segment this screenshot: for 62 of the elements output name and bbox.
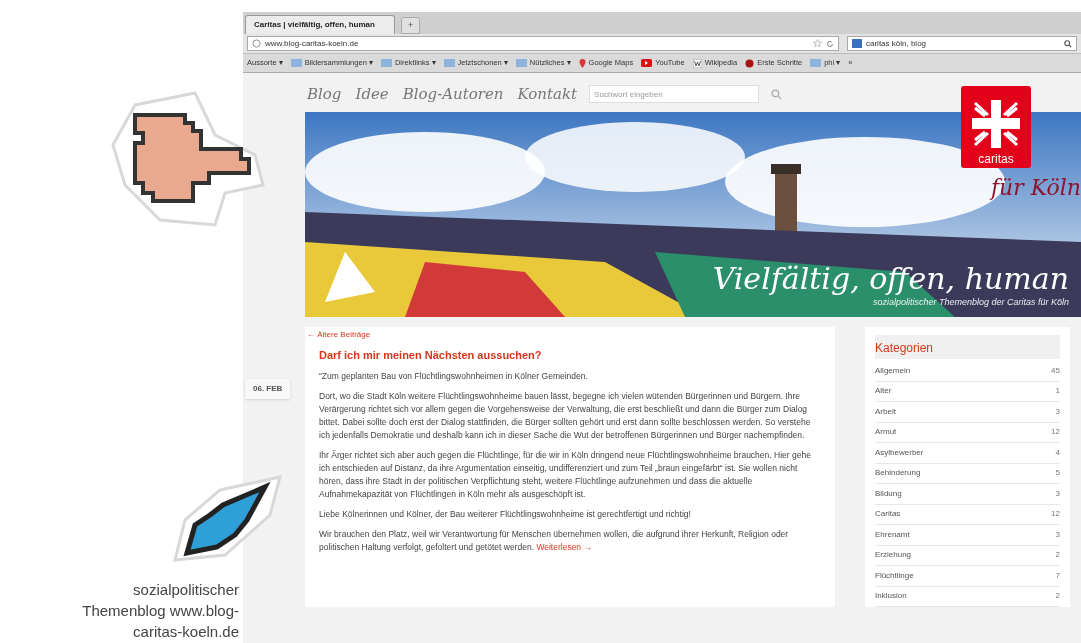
category-link[interactable]: Asylbewerber <box>875 446 924 459</box>
w-letter-icon <box>692 58 702 68</box>
category-count: 5 <box>1055 467 1060 480</box>
post-paragraph: Dort, wo die Stadt Köln weitere Flüchtlingswohnheime bauen lässt, begegne ich vielen wütenden Bürgerinnen und Bürgern. Ihre Verärgerung richtet sich vor allem gegen die Vorgehensweise der Verwaltung, die erst beschließt und dann die Bürger zum Dialog bittet. Dabei sollte doch erst der Dialog stattfinden, die Bürger sollten gehört und erst dann sollte beschlossen werden. So verstehe ich jedenfalls Demokratie und deshalb kann ich in dieser Sache die Wut der betroffenen Bürgerinnen und Bürger nachempfinden. <box>319 389 812 442</box>
nav-link[interactable]: Blog-Autoren <box>402 82 504 106</box>
category-count: 7 <box>1055 569 1060 582</box>
category-count: 2 <box>1055 590 1060 603</box>
category-link[interactable]: Arbeit <box>875 405 896 418</box>
browser-tab[interactable]: Caritas | vielfältig, offen, human <box>245 15 395 34</box>
folder-icon <box>810 59 822 67</box>
category-link[interactable]: Flüchtlinge <box>875 569 914 582</box>
post-title[interactable]: Darf ich mir meinen Nächsten aussuchen? <box>319 347 821 364</box>
banner-subtitle: sozialpolitischer Themenblog der Caritas für Köln <box>872 295 1069 309</box>
category-count: 2 <box>1055 549 1060 562</box>
url-field[interactable]: www.blog-caritas-koeln.de <box>247 36 839 51</box>
search-field[interactable]: caritas köln, blog <box>847 36 1077 51</box>
category-link[interactable]: Erziehung <box>875 549 912 562</box>
url-text: www.blog-caritas-koeln.de <box>265 37 359 50</box>
pin-icon <box>578 58 586 68</box>
star-icon[interactable] <box>813 39 822 48</box>
category-link[interactable]: Caritas <box>875 508 901 521</box>
blog-search-field[interactable]: Suchwort eingeben <box>589 85 760 103</box>
post-paragraph: Ihr Ärger richtet sich aber auch gegen die Flüchtlinge, für die wir in Köln dringend neue Flüchtlingswohnheime brauchen. Hier gehe ich entschieden auf Distanz, da ihre Argumentation einseitig, undifferenziert und zum Teil „braun eingefärbt“ ist. Sie wollen nicht hören, dass ihre Stadt in der politischen Verpflichtung steht, weitere Flüchtlinge aufzunehmen und dass die aktuelle Aufnahmekapazität von Flüchtlingen in Köln mehr als ausgeschöpft ist. <box>319 448 812 501</box>
category-count: 3 <box>1055 528 1060 541</box>
folder-icon <box>443 59 455 67</box>
older-posts-link[interactable]: ← Ältere Beiträge <box>307 329 821 341</box>
flame-cross-icon <box>970 98 1022 150</box>
folder-icon <box>515 59 527 67</box>
category-link[interactable]: Allgemein <box>875 364 911 377</box>
post-paragraph: “Zum geplanten Bau von Flüchtlingswohnheimen in Kölner Gemeinden. <box>319 369 589 383</box>
category-link[interactable]: Inklusion <box>875 590 907 603</box>
new-tab-button[interactable]: + <box>401 17 421 34</box>
read-more-link[interactable]: Weiterlesen → <box>536 541 592 552</box>
banner-title: Vielfältig, offen, human <box>712 261 1069 296</box>
category-link[interactable]: Behinderung <box>875 467 921 480</box>
category-count: 3 <box>1055 487 1060 500</box>
reload-icon[interactable] <box>826 39 834 48</box>
category-link[interactable]: Alter <box>875 385 892 398</box>
nav-link[interactable]: Idee <box>355 82 389 106</box>
category-count: 3 <box>1055 405 1060 418</box>
category-count: 12 <box>1051 426 1060 439</box>
nav-link[interactable]: Blog <box>307 82 342 106</box>
sidebar-title: Kategorien <box>875 341 934 355</box>
category-count: 45 <box>1051 364 1060 377</box>
search-text: caritas köln, blog <box>866 37 928 50</box>
globe-icon <box>252 39 261 48</box>
category-count: 1 <box>1055 385 1060 398</box>
category-count: 4 <box>1055 446 1060 459</box>
category-link[interactable]: Bildung <box>875 487 902 500</box>
folder-icon <box>380 59 392 67</box>
figure-caption: sozialpolitischer Themenblog www.blog-caritas-koeln.de <box>81 580 240 642</box>
post-paragraph: Liebe Kölnerinnen und Kölner, der Bau weiterer Flüchtlingswohnheime ist gerechtfertigt und richtig! <box>319 507 692 521</box>
folder-icon <box>290 59 302 67</box>
caritas-logo[interactable]: caritas <box>961 86 1031 168</box>
post-paragraph: Wir brauchen den Platz, weil wir Verantwortung für Menschen übernehmen wollen, die aufgrund ihrer Herkunft, Religion oder politischen Haltung verfolgt, gefoltert und getötet werden. Weiterlesen → <box>319 527 790 554</box>
category-link[interactable]: Armut <box>875 426 897 439</box>
category-link[interactable]: Ehrenamt <box>875 528 910 541</box>
play-icon <box>641 59 653 67</box>
post-date: 06. FEB <box>245 379 291 399</box>
category-count: 12 <box>1051 508 1060 521</box>
nav-link[interactable]: Kontakt <box>517 82 578 106</box>
search-icon[interactable] <box>1064 39 1072 48</box>
